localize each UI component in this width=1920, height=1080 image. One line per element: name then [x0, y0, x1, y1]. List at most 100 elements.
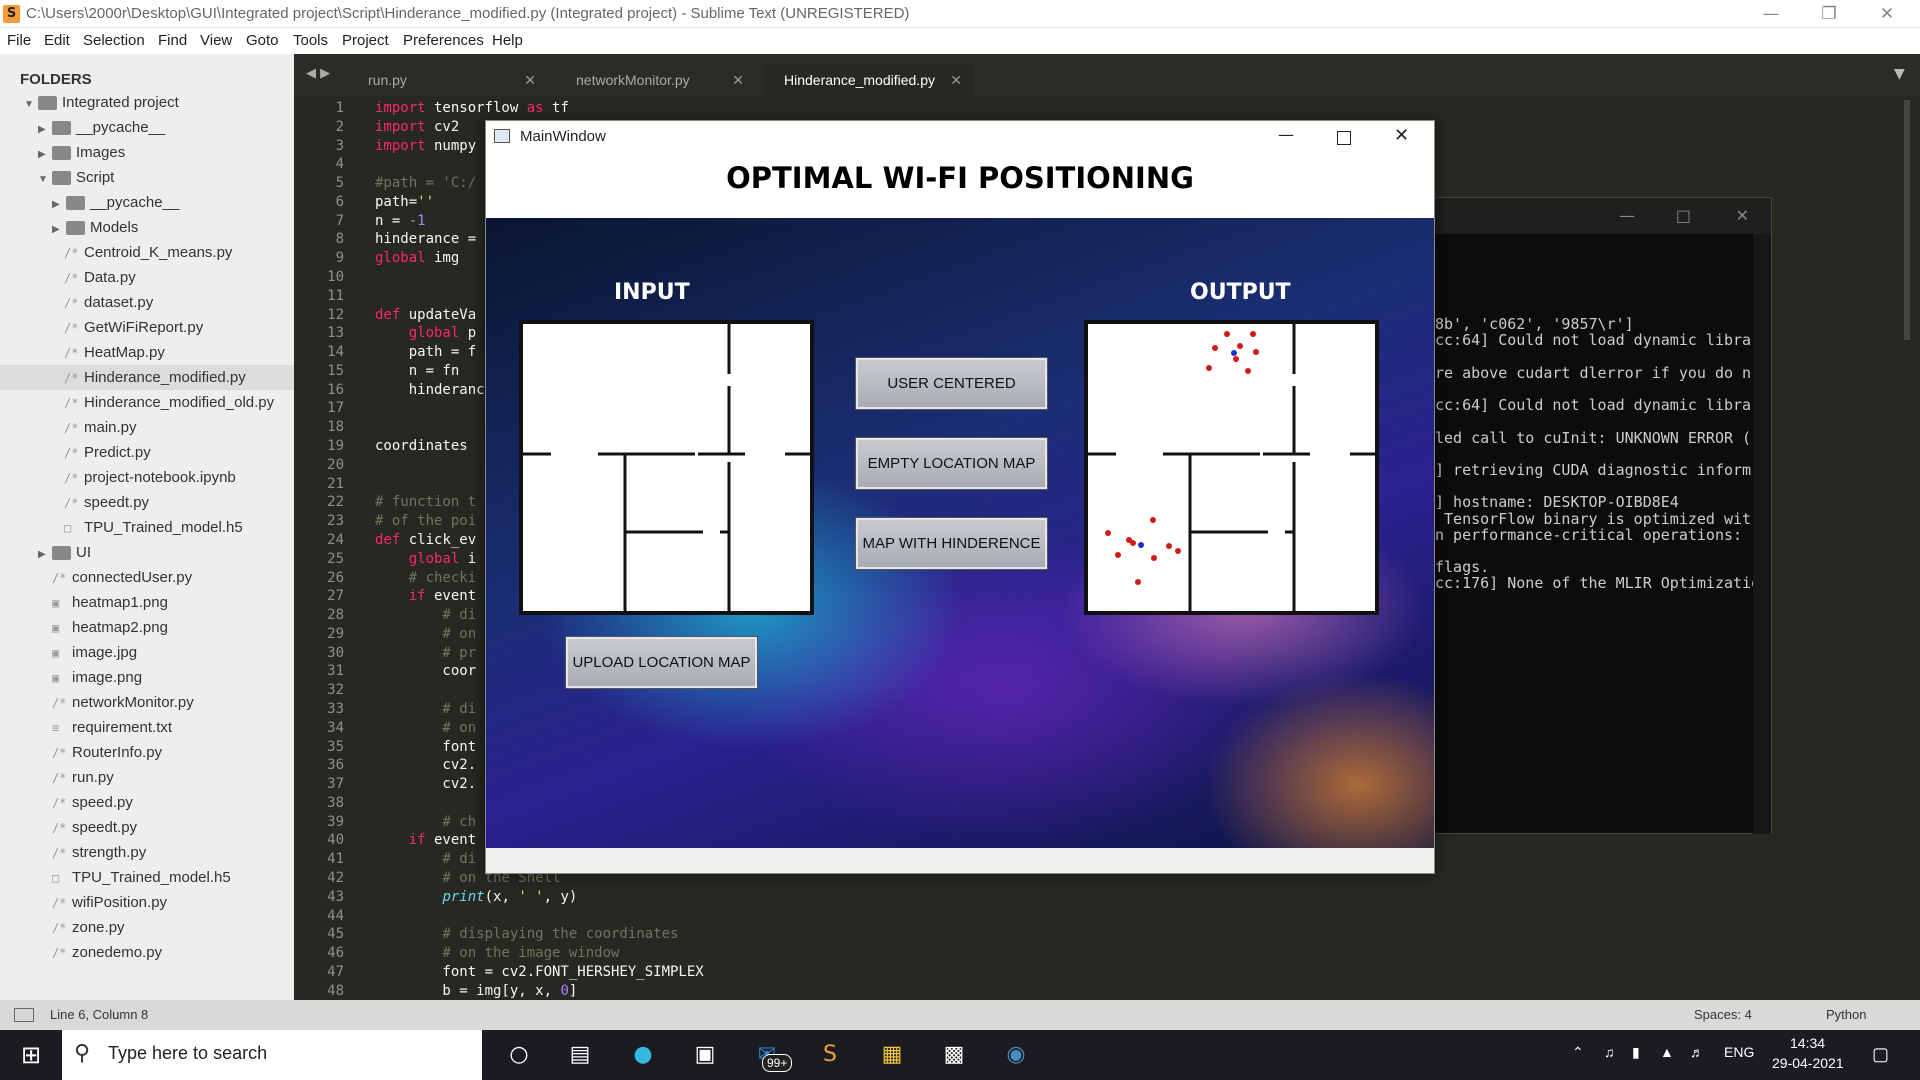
menu-file[interactable]: File — [7, 32, 31, 49]
sidebar-item[interactable]: /* RouterInfo.py — [0, 740, 294, 765]
store-icon[interactable]: ▣ — [688, 1038, 722, 1072]
code-line[interactable]: path = f — [375, 344, 476, 360]
code-line[interactable]: cv2. — [375, 757, 476, 773]
code-line[interactable]: n = fn — [375, 363, 460, 379]
chevron-right-icon[interactable]: ▶ — [52, 217, 66, 242]
upload-location-map-button[interactable]: UPLOAD LOCATION MAP — [565, 636, 758, 689]
code-line[interactable]: import cv2 — [375, 119, 459, 135]
sidebar-item[interactable]: /* HeatMap.py — [0, 340, 294, 365]
sidebar-item[interactable]: /* wifiPosition.py — [0, 890, 294, 915]
taskbar-search[interactable]: ⚲ Type here to search — [62, 1030, 482, 1080]
menu-help[interactable]: Help — [492, 32, 523, 49]
sidebar-item[interactable]: /* speedt.py — [0, 490, 294, 515]
sidebar-item[interactable]: /* project-notebook.ipynb — [0, 465, 294, 490]
menu-view[interactable]: View — [200, 32, 232, 49]
menu-project[interactable]: Project — [342, 32, 389, 49]
restore-button[interactable]: ❐ — [1800, 0, 1858, 28]
code-line[interactable]: # pr — [375, 645, 476, 661]
code-line[interactable]: global img — [375, 250, 459, 266]
sidebar-item[interactable]: /* speed.py — [0, 790, 294, 815]
chevron-right-icon[interactable]: ▶ — [38, 142, 52, 167]
code-line[interactable]: n = -1 — [375, 213, 426, 229]
task-view-icon[interactable]: ▤ — [563, 1038, 597, 1072]
code-line[interactable]: # di — [375, 607, 476, 623]
console-minimize-icon[interactable]: — — [1619, 206, 1635, 225]
tab-hinderance-modified[interactable]: Hinderance_modified.py ✕ — [764, 64, 974, 96]
python-icon[interactable]: ◉ — [999, 1038, 1033, 1072]
tab-dropdown-icon[interactable]: ▼ — [1894, 66, 1905, 82]
code-line[interactable]: # of the poi — [375, 513, 476, 529]
sidebar-item[interactable]: /* main.py — [0, 415, 294, 440]
sidebar-item[interactable]: /* zone.py — [0, 915, 294, 940]
code-line[interactable]: # di — [375, 851, 476, 867]
console-maximize-icon[interactable]: □ — [1676, 206, 1691, 225]
sidebar-item[interactable]: /* Predict.py — [0, 440, 294, 465]
sidebar-item[interactable]: ▶ Models — [0, 215, 294, 240]
sidebar-item[interactable]: ▶ __pycache__ — [0, 115, 294, 140]
sidebar-item[interactable]: ▶ __pycache__ — [0, 190, 294, 215]
code-line[interactable]: if event — [375, 588, 476, 604]
sublime-taskbar-icon[interactable]: S — [813, 1038, 847, 1072]
code-line[interactable]: coordinates — [375, 438, 468, 454]
microphone-icon[interactable]: ♫ — [1604, 1044, 1615, 1060]
minimize-button[interactable]: — — [1742, 0, 1800, 28]
panel-toggle-icon[interactable] — [14, 1008, 34, 1022]
code-line[interactable]: global i — [375, 551, 476, 567]
indentation-setting[interactable]: Spaces: 4 — [1694, 1007, 1752, 1022]
sidebar-item[interactable]: □ TPU_Trained_model.h5 — [0, 865, 294, 890]
terminal-icon[interactable]: ▩ — [937, 1038, 971, 1072]
code-line[interactable]: # on — [375, 626, 476, 642]
code-line[interactable]: print(x, ' ', y) — [375, 889, 577, 905]
main-close-button[interactable]: ✕ — [1394, 125, 1409, 146]
menu-selection[interactable]: Selection — [83, 32, 145, 49]
sidebar-item[interactable]: /* dataset.py — [0, 290, 294, 315]
tab-networkmonitor[interactable]: networkMonitor.py ✕ — [556, 64, 756, 96]
chevron-down-icon[interactable]: ▼ — [38, 167, 52, 192]
sidebar-item[interactable]: ▣ image.png — [0, 665, 294, 690]
chevron-right-icon[interactable]: ▶ — [52, 192, 66, 217]
sidebar-item[interactable]: /* Data.py — [0, 265, 294, 290]
console-scrollbar[interactable] — [1753, 234, 1771, 834]
code-line[interactable]: cv2. — [375, 776, 476, 792]
sidebar-item[interactable]: /* run.py — [0, 765, 294, 790]
map-with-hinderence-button[interactable]: MAP WITH HINDERENCE — [855, 517, 1048, 570]
code-line[interactable]: # ch — [375, 814, 476, 830]
close-tab-icon[interactable]: ✕ — [732, 64, 744, 96]
file-explorer-icon[interactable]: ▦ — [875, 1038, 909, 1072]
code-line[interactable]: if event — [375, 832, 476, 848]
clock-time[interactable]: 14:34 — [1790, 1035, 1825, 1051]
code-line[interactable]: import numpy — [375, 138, 476, 154]
sidebar-item[interactable]: □ TPU_Trained_model.h5 — [0, 515, 294, 540]
code-line[interactable]: font — [375, 739, 476, 755]
code-line[interactable]: # function t — [375, 494, 476, 510]
code-line[interactable]: font = cv2.FONT_HERSHEY_SIMPLEX — [375, 964, 703, 980]
close-button[interactable]: ✕ — [1858, 0, 1916, 28]
chevron-right-icon[interactable]: ▶ — [38, 117, 52, 142]
code-line[interactable]: coor — [375, 663, 476, 679]
sidebar-item[interactable]: /* Centroid_K_means.py — [0, 240, 294, 265]
sidebar-item[interactable]: ▼ Script — [0, 165, 294, 190]
volume-icon[interactable]: ♬ — [1690, 1044, 1704, 1060]
editor-scrollbar[interactable] — [1904, 100, 1910, 340]
code-line[interactable]: # checki — [375, 570, 476, 586]
sidebar-item[interactable]: ▣ image.jpg — [0, 640, 294, 665]
code-line[interactable]: b = img[y, x, 0] — [375, 983, 577, 999]
code-line[interactable]: # on — [375, 720, 476, 736]
close-tab-icon[interactable]: ✕ — [524, 64, 536, 96]
network-icon[interactable]: ▲ — [1660, 1044, 1674, 1060]
console-close-icon[interactable]: ✕ — [1736, 206, 1749, 225]
sidebar-item[interactable]: /* connectedUser.py — [0, 565, 294, 590]
code-line[interactable]: path='' — [375, 194, 434, 210]
sidebar-item[interactable]: ▣ heatmap1.png — [0, 590, 294, 615]
sidebar-item[interactable]: /* zonedemo.py — [0, 940, 294, 965]
menu-goto[interactable]: Goto — [246, 32, 279, 49]
code-line[interactable]: # on the image window — [375, 945, 619, 961]
code-line[interactable]: import tensorflow as tf — [375, 100, 569, 116]
code-line[interactable]: #path = 'C:/ — [375, 175, 476, 191]
main-maximize-button[interactable] — [1337, 131, 1351, 145]
code-line[interactable]: def click_ev — [375, 532, 476, 548]
syntax-setting[interactable]: Python — [1826, 1007, 1866, 1022]
edge-icon[interactable]: ● — [626, 1038, 660, 1072]
sidebar-item[interactable]: /* GetWiFiReport.py — [0, 315, 294, 340]
sidebar-item[interactable]: ▣ heatmap2.png — [0, 615, 294, 640]
